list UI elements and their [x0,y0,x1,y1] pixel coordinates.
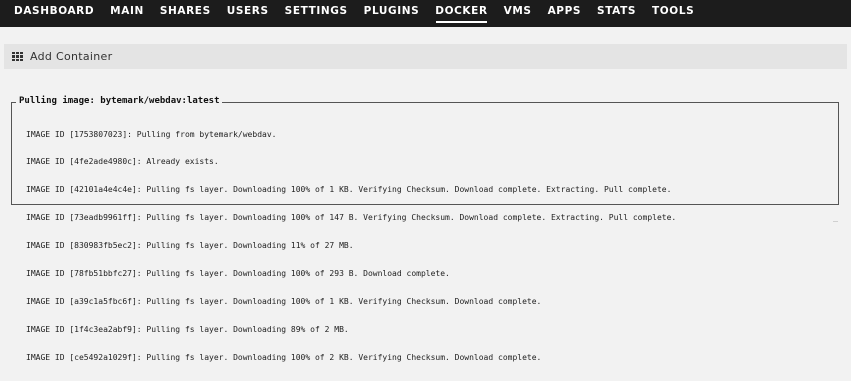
pull-log-legend: Pulling image: bytemark/webdav:latest [16,96,223,106]
nav-item-settings[interactable]: SETTINGS [277,0,356,27]
nav-item-tools[interactable]: TOOLS [644,0,702,27]
top-nav: DASHBOARD MAIN SHARES USERS SETTINGS PLU… [0,0,851,27]
pull-log-lines: IMAGE ID [1753807023]: Pulling from byte… [26,111,676,381]
nav-item-main[interactable]: MAIN [102,0,152,27]
nav-item-shares[interactable]: SHARES [152,0,219,27]
nav-item-users[interactable]: USERS [219,0,277,27]
log-line: IMAGE ID [4fe2ade4980c]: Already exists. [26,157,219,167]
grid-icon [12,51,23,62]
log-line: IMAGE ID [73eadb9961ff]: Pulling fs laye… [26,213,677,223]
log-line: IMAGE ID [42101a4e4c4e]: Pulling fs laye… [26,185,672,195]
divider [833,221,838,222]
page-title-bar: Add Container [4,44,847,69]
log-line: IMAGE ID [1753807023]: Pulling from byte… [26,129,277,139]
log-line: IMAGE ID [78fb51bbfc27]: Pulling fs laye… [26,269,450,279]
nav-item-apps[interactable]: APPS [540,0,589,27]
log-line: IMAGE ID [a39c1a5fbc6f]: Pulling fs laye… [26,296,542,306]
pull-log-panel: Pulling image: bytemark/webdav:latest IM… [11,96,839,362]
log-line: IMAGE ID [ce5492a1029f]: Pulling fs laye… [26,352,542,362]
nav-item-vms[interactable]: VMS [496,0,540,27]
log-line: IMAGE ID [1f4c3ea2abf9]: Pulling fs laye… [26,324,349,334]
nav-item-docker[interactable]: DOCKER [427,0,495,27]
page-title: Add Container [30,50,113,63]
log-line: IMAGE ID [830983fb5ec2]: Pulling fs laye… [26,241,354,251]
nav-item-plugins[interactable]: PLUGINS [356,0,428,27]
nav-item-dashboard[interactable]: DASHBOARD [6,0,102,27]
nav-item-stats[interactable]: STATS [589,0,644,27]
